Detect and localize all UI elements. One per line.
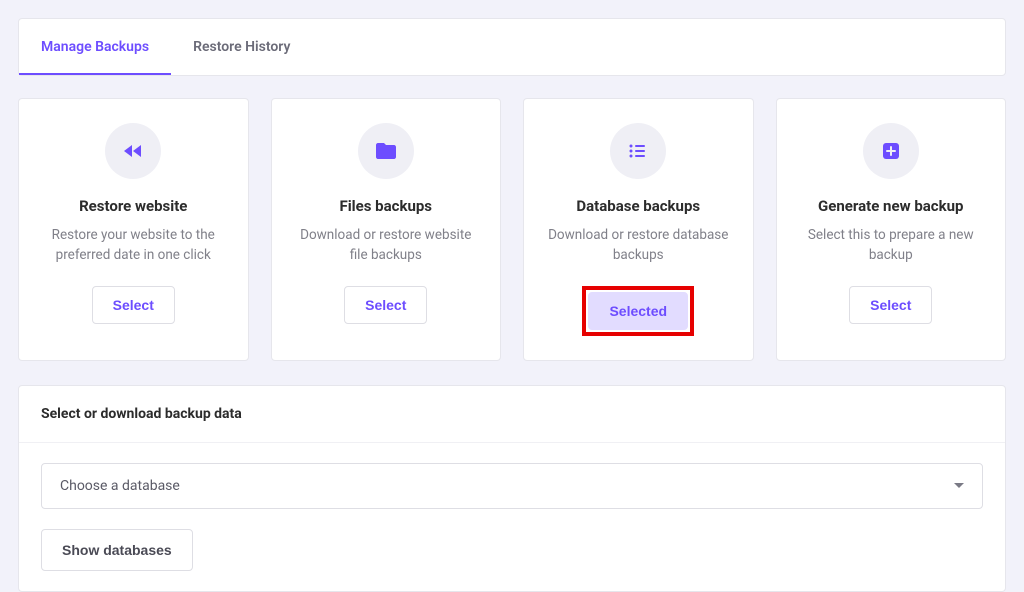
tab-manage-backups[interactable]: Manage Backups (19, 19, 171, 75)
card-desc: Download or restore database backups (542, 225, 735, 266)
selected-button[interactable]: Selected (588, 292, 688, 330)
tab-restore-history[interactable]: Restore History (171, 19, 312, 75)
card-database-backups: Database backups Download or restore dat… (523, 98, 754, 361)
chevron-down-icon (954, 483, 964, 488)
select-button[interactable]: Select (849, 286, 932, 324)
card-title: Files backups (339, 197, 432, 215)
card-title: Restore website (79, 197, 187, 215)
card-generate-new-backup: Generate new backup Select this to prepa… (776, 98, 1007, 361)
card-files-backups: Files backups Download or restore websit… (271, 98, 502, 361)
tabs-bar: Manage Backups Restore History (18, 18, 1006, 76)
section-select-download: Select or download backup data Choose a … (18, 385, 1006, 592)
rewind-icon (105, 123, 161, 179)
add-icon (863, 123, 919, 179)
card-title: Database backups (576, 197, 700, 215)
show-databases-button[interactable]: Show databases (41, 529, 193, 571)
dropdown-placeholder: Choose a database (60, 478, 180, 494)
database-dropdown[interactable]: Choose a database (41, 463, 983, 509)
list-icon (610, 123, 666, 179)
card-title: Generate new backup (818, 197, 963, 215)
card-desc: Select this to prepare a new backup (795, 225, 988, 266)
card-desc: Restore your website to the preferred da… (37, 225, 230, 266)
section-body: Choose a database Show databases (19, 443, 1005, 591)
select-button[interactable]: Select (344, 286, 427, 324)
cards-row: Restore website Restore your website to … (18, 98, 1006, 361)
card-desc: Download or restore website file backups (290, 225, 483, 266)
section-title: Select or download backup data (19, 386, 1005, 443)
select-button[interactable]: Select (92, 286, 175, 324)
card-restore-website: Restore website Restore your website to … (18, 98, 249, 361)
folder-icon (358, 123, 414, 179)
annotation-highlight: Selected (582, 286, 694, 336)
